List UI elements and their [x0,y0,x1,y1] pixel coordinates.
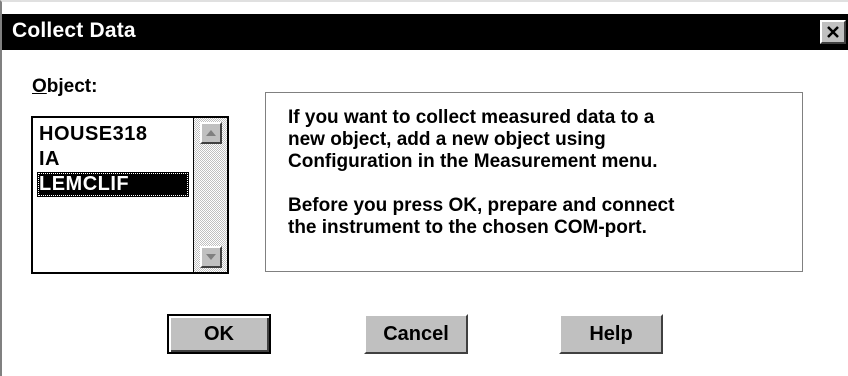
object-list: HOUSE318 IA LEMCLIF [37,122,197,197]
collect-data-dialog: Collect Data Object: HOUSE318 IA LEMCLIF [0,0,848,376]
help-button[interactable]: Help [559,314,663,354]
list-item-lemclif[interactable]: LEMCLIF [37,172,189,197]
cancel-button[interactable]: Cancel [364,314,468,354]
object-label-text: bject: [46,76,98,97]
object-label: Object: [32,76,97,98]
object-label-mnemonic: O [32,76,47,97]
scroll-down-button[interactable] [200,246,222,268]
list-item-ia[interactable]: IA [37,147,197,172]
arrow-down-icon [206,254,216,260]
window-title: Collect Data [12,19,136,42]
scroll-up-button[interactable] [200,122,222,144]
close-button[interactable] [820,20,846,44]
ok-button[interactable]: OK [167,314,271,354]
info-paragraph-2: Before you press OK, prepare and connect… [288,195,675,238]
title-bar[interactable]: Collect Data [2,14,848,50]
arrow-up-icon [206,130,216,136]
list-scrollbar[interactable] [193,118,227,272]
info-text: If you want to collect measured data to … [288,107,788,239]
info-paragraph-1: If you want to collect measured data to … [288,107,658,172]
info-panel: If you want to collect measured data to … [265,92,803,272]
object-listbox[interactable]: HOUSE318 IA LEMCLIF [31,116,229,274]
close-icon [827,26,839,38]
list-item-house318[interactable]: HOUSE318 [37,122,197,147]
